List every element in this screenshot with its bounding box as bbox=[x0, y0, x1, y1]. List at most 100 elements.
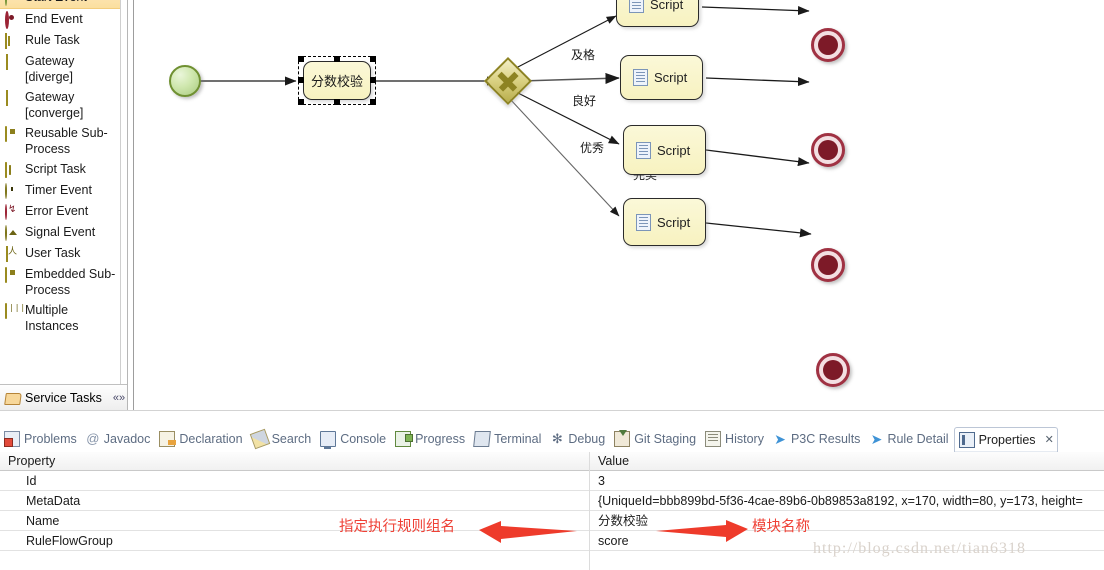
script-task-node-3[interactable]: Script bbox=[623, 125, 706, 175]
palette-item-label: Gateway [diverge] bbox=[25, 54, 75, 84]
shape-palette[interactable]: Start Event End Event Rule Task Gateway … bbox=[0, 0, 128, 410]
script-task-icon bbox=[4, 162, 20, 178]
git-staging-icon bbox=[614, 429, 631, 447]
timer-event-icon bbox=[4, 183, 20, 199]
palette-item-error-event[interactable]: Error Event bbox=[0, 201, 120, 222]
palette-item-end-event[interactable]: End Event bbox=[0, 9, 120, 30]
annotation-right-note: 模块名称 bbox=[752, 519, 810, 535]
close-icon[interactable]: ✕ bbox=[1045, 433, 1054, 446]
resize-handle-sw[interactable] bbox=[298, 99, 304, 105]
palette-drawer-service-tasks[interactable]: Service Tasks «» bbox=[0, 384, 127, 410]
palette-item-label: Error Event bbox=[25, 204, 89, 218]
palette-item-signal-event[interactable]: Signal Event bbox=[0, 222, 120, 243]
palette-item-label: Reusable Sub-Process bbox=[25, 126, 108, 156]
script-task-node-2[interactable]: Script bbox=[620, 55, 703, 100]
debug-icon: ✻ bbox=[551, 430, 563, 446]
resize-handle-se[interactable] bbox=[370, 99, 376, 105]
resize-handle-nw[interactable] bbox=[298, 56, 304, 62]
tab-properties[interactable]: Properties ✕ bbox=[953, 427, 1058, 453]
annotation-left-note: 指定执行规则组名 bbox=[339, 519, 455, 535]
edge-label-youxiu: 优秀 bbox=[580, 141, 605, 155]
tab-label: Progress bbox=[415, 431, 466, 446]
end-event-node-1[interactable] bbox=[811, 28, 845, 62]
tab-problems[interactable]: Problems bbox=[0, 426, 82, 452]
tab-console[interactable]: Console bbox=[316, 426, 391, 452]
end-event-node-4[interactable] bbox=[816, 353, 850, 387]
column-divider[interactable] bbox=[589, 452, 590, 570]
resize-handle-e[interactable] bbox=[370, 77, 376, 83]
multiple-instances-icon bbox=[4, 303, 20, 319]
property-value-cell[interactable]: {UniqueId=bbb899bd-5f36-4cae-89b6-0b8985… bbox=[590, 491, 1104, 510]
palette-item-timer-event[interactable]: Timer Event bbox=[0, 180, 120, 201]
palette-item-script-task[interactable]: Script Task bbox=[0, 159, 120, 180]
collapse-all-icon[interactable]: «» bbox=[110, 392, 127, 404]
table-header-row: Property Value bbox=[0, 452, 1104, 471]
end-event-node-2[interactable] bbox=[811, 133, 845, 167]
tab-label: Git Staging bbox=[634, 431, 697, 446]
palette-item-reusable-subprocess[interactable]: Reusable Sub-Process bbox=[0, 123, 120, 159]
tab-history[interactable]: History bbox=[701, 426, 769, 452]
palette-item-label: Script Task bbox=[25, 162, 86, 176]
user-task-icon bbox=[4, 246, 20, 262]
bottom-view-tabs-panel: Problems @ Javadoc Declaration Search Co… bbox=[0, 410, 1104, 453]
script-task-node-4[interactable]: Script bbox=[623, 198, 706, 246]
palette-item-rule-task[interactable]: Rule Task bbox=[0, 30, 120, 51]
folder-icon bbox=[5, 391, 21, 405]
palette-item-label: Embedded Sub-Process bbox=[25, 267, 116, 297]
tab-label: Problems bbox=[24, 431, 77, 446]
property-name-cell: MetaData bbox=[26, 494, 81, 508]
tab-progress[interactable]: Progress bbox=[391, 426, 470, 452]
property-value-cell[interactable]: 3 bbox=[590, 471, 1104, 490]
resize-handle-w[interactable] bbox=[298, 77, 304, 83]
end-event-node-3[interactable] bbox=[811, 248, 845, 282]
view-tab-strip[interactable]: Problems @ Javadoc Declaration Search Co… bbox=[0, 425, 1104, 453]
gateway-converge-icon bbox=[4, 90, 20, 106]
progress-icon bbox=[395, 430, 414, 447]
start-event-node[interactable] bbox=[169, 65, 201, 97]
tab-debug[interactable]: ✻ Debug bbox=[546, 426, 610, 452]
annotation-arrow-left bbox=[479, 521, 577, 543]
selection-frame bbox=[298, 56, 376, 105]
table-row[interactable]: Id 3 bbox=[0, 471, 1104, 491]
tab-label: Properties bbox=[978, 432, 1036, 447]
process-diagram-canvas[interactable]: 分数校验 及格 良好 优秀 完美 Script Script Script Sc… bbox=[129, 0, 1104, 410]
embedded-subprocess-icon bbox=[4, 267, 20, 283]
tab-label: Terminal bbox=[494, 431, 542, 446]
palette-item-user-task[interactable]: User Task bbox=[0, 243, 120, 264]
palette-item-list: Start Event End Event Rule Task Gateway … bbox=[0, 0, 120, 336]
palette-item-start-event[interactable]: Start Event bbox=[0, 0, 120, 9]
palette-item-embedded-subprocess[interactable]: Embedded Sub-Process bbox=[0, 264, 120, 300]
tab-label: Search bbox=[271, 431, 312, 446]
resize-handle-s[interactable] bbox=[334, 99, 340, 105]
tab-label: Rule Detail bbox=[887, 431, 949, 446]
end-event-icon bbox=[4, 11, 20, 29]
tab-label: Javadoc bbox=[103, 431, 151, 446]
tab-rule-detail[interactable]: ➤ Rule Detail bbox=[865, 426, 953, 452]
resize-handle-n[interactable] bbox=[334, 56, 340, 62]
script-task-node-1[interactable]: Script bbox=[616, 0, 699, 27]
tab-search[interactable]: Search bbox=[248, 426, 317, 452]
rule-task-node-selected[interactable]: 分数校验 bbox=[298, 56, 376, 105]
column-header-property[interactable]: Property bbox=[0, 452, 589, 470]
rule-detail-icon: ➤ bbox=[870, 430, 883, 447]
column-header-value[interactable]: Value bbox=[590, 452, 1104, 470]
search-icon bbox=[249, 428, 270, 449]
script-task-label: Script bbox=[654, 70, 688, 85]
tab-terminal[interactable]: Terminal bbox=[470, 426, 546, 452]
canvas-left-border bbox=[133, 0, 134, 410]
error-event-icon bbox=[4, 204, 20, 220]
script-document-icon bbox=[636, 141, 651, 159]
console-icon bbox=[320, 430, 337, 449]
palette-item-gateway-diverge[interactable]: Gateway [diverge] bbox=[0, 51, 120, 87]
palette-item-label: Timer Event bbox=[25, 183, 92, 197]
tab-javadoc[interactable]: @ Javadoc bbox=[82, 426, 156, 452]
palette-item-gateway-converge[interactable]: Gateway [converge] bbox=[0, 87, 120, 123]
tab-p3c-results[interactable]: ➤ P3C Results bbox=[769, 426, 865, 452]
palette-item-label: Multiple Instances bbox=[25, 303, 79, 333]
resize-handle-ne[interactable] bbox=[370, 56, 376, 62]
table-row[interactable]: MetaData {UniqueId=bbb899bd-5f36-4cae-89… bbox=[0, 491, 1104, 511]
annotation-arrow-right bbox=[656, 520, 748, 542]
tab-declaration[interactable]: Declaration bbox=[155, 426, 247, 452]
palette-item-multiple-instances[interactable]: Multiple Instances bbox=[0, 300, 120, 336]
tab-git-staging[interactable]: Git Staging bbox=[610, 426, 701, 452]
